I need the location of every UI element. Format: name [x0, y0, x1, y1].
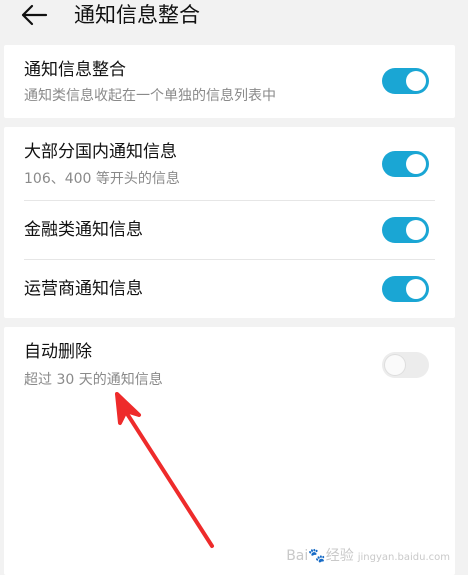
- setting-title: 大部分国内通知信息: [24, 142, 177, 162]
- setting-subtitle: 通知类信息收起在一个单独的信息列表中: [24, 88, 276, 104]
- page-title: 通知信息整合: [74, 3, 200, 27]
- setting-row-integration[interactable]: 通知信息整合 通知类信息收起在一个单独的信息列表中: [4, 45, 455, 118]
- watermark: Bai🐾经验 jingyan.baidu.com: [286, 545, 450, 565]
- settings-page: 通知信息整合 通知信息整合 通知类信息收起在一个单独的信息列表中 大部分国内通知…: [0, 0, 468, 575]
- setting-title: 运营商通知信息: [24, 279, 143, 299]
- toggle-knob: [406, 279, 426, 299]
- setting-title: 自动删除: [24, 342, 92, 362]
- app-header: 通知信息整合: [0, 0, 468, 40]
- card-auto-delete: 自动删除 超过 30 天的通知信息: [4, 327, 455, 575]
- setting-row-carrier[interactable]: 运营商通知信息: [4, 260, 455, 318]
- setting-row-finance[interactable]: 金融类通知信息: [4, 201, 455, 259]
- setting-subtitle: 超过 30 天的通知信息: [24, 372, 163, 388]
- toggle-knob: [406, 220, 426, 240]
- setting-subtitle: 106、400 等开头的信息: [24, 171, 180, 187]
- setting-title: 金融类通知信息: [24, 220, 143, 240]
- toggle-finance[interactable]: [382, 217, 429, 243]
- toggle-integration[interactable]: [382, 68, 429, 94]
- back-button[interactable]: [20, 0, 56, 30]
- card-integration: 通知信息整合 通知类信息收起在一个单独的信息列表中: [4, 45, 455, 118]
- watermark-brand: Bai: [286, 548, 309, 564]
- watermark-url: jingyan.baidu.com: [357, 552, 450, 563]
- paw-icon: 🐾: [308, 548, 326, 564]
- toggle-knob: [385, 355, 405, 375]
- setting-row-auto-delete[interactable]: 自动删除 超过 30 天的通知信息: [4, 327, 455, 399]
- toggle-knob: [406, 154, 426, 174]
- setting-row-domestic[interactable]: 大部分国内通知信息 106、400 等开头的信息: [4, 127, 455, 200]
- toggle-knob: [406, 71, 426, 91]
- setting-title: 通知信息整合: [24, 60, 126, 80]
- watermark-brand-suffix: 经验: [325, 548, 354, 564]
- toggle-domestic[interactable]: [382, 151, 429, 177]
- arrow-left-icon: [21, 4, 48, 26]
- card-categories: 大部分国内通知信息 106、400 等开头的信息 金融类通知信息 运营商通知信息: [4, 127, 455, 318]
- toggle-carrier[interactable]: [382, 276, 429, 302]
- toggle-auto-delete[interactable]: [382, 352, 429, 378]
